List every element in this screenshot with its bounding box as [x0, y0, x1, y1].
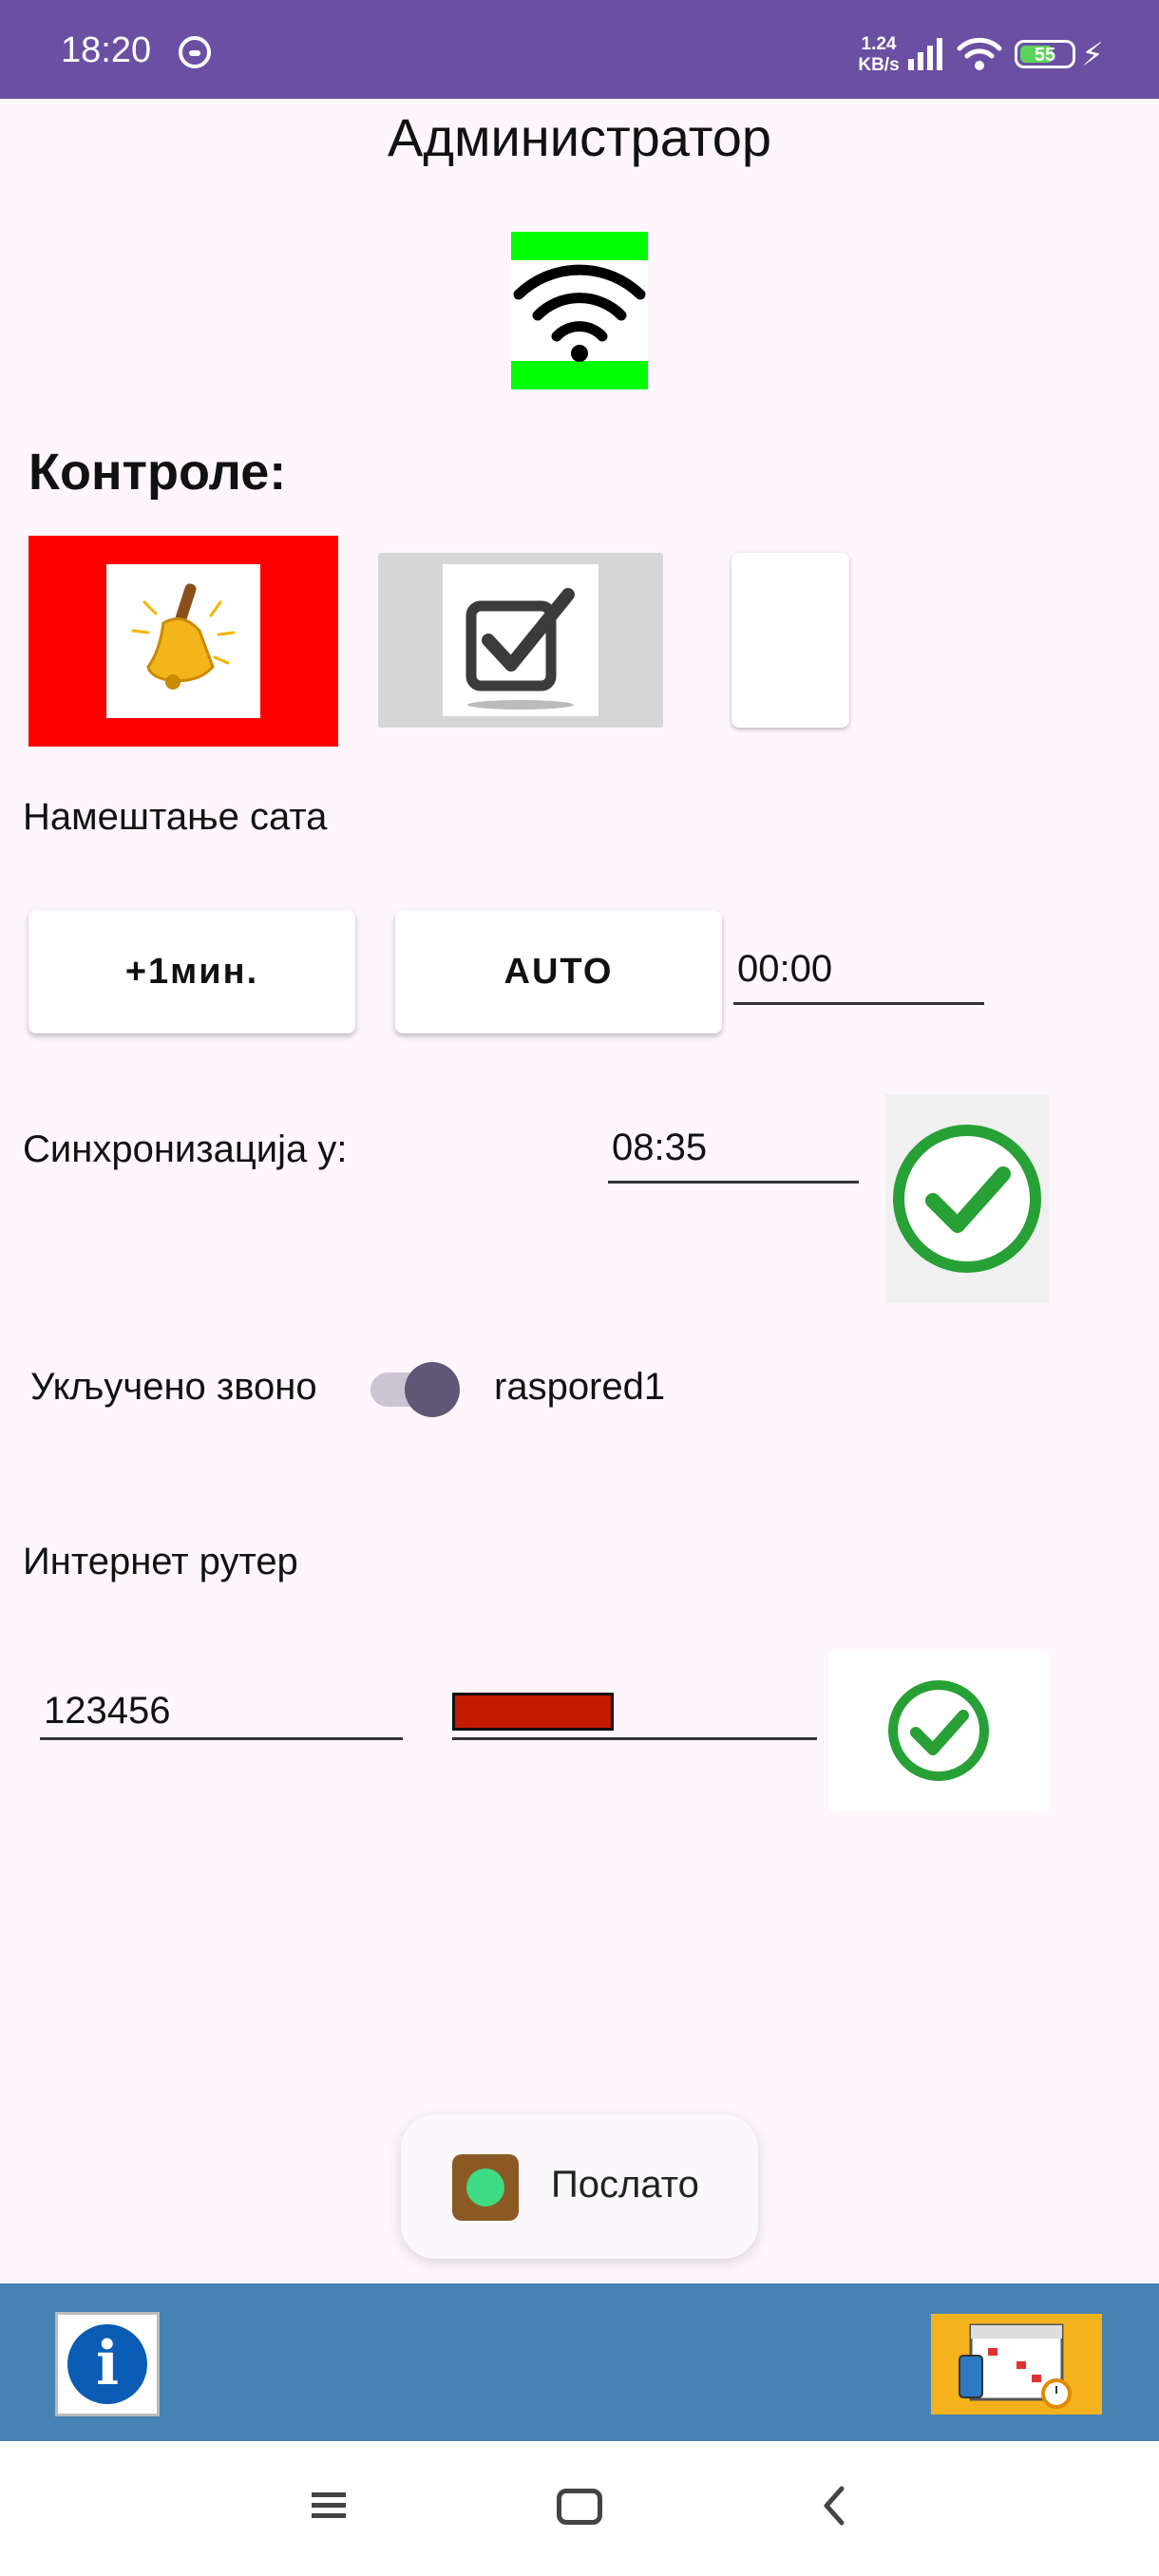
- bell-button[interactable]: [28, 536, 338, 747]
- menu-icon[interactable]: [310, 2489, 348, 2523]
- clock-setting-label: Намештање сата: [23, 796, 328, 838]
- charging-icon: ⚡: [1081, 37, 1104, 73]
- sync-label: Синхронизација у:: [23, 1128, 348, 1170]
- signal-icon: [908, 38, 942, 70]
- wifi-icon: [513, 264, 646, 362]
- wifi-indicator: [511, 232, 648, 389]
- app-icon: [452, 2154, 519, 2221]
- router-confirm-button[interactable]: [828, 1651, 1049, 1810]
- clock-time-input[interactable]: 00:00: [733, 948, 984, 1005]
- info-icon: i: [67, 2324, 147, 2404]
- bell-enabled-label: Укључено звоно: [30, 1366, 317, 1408]
- checkbox-icon: [466, 588, 575, 710]
- empty-control-button[interactable]: [732, 553, 849, 728]
- controls-heading: Контроле:: [28, 444, 287, 501]
- calendar-clock-icon: [959, 2323, 1072, 2409]
- password-mask: [452, 1693, 614, 1731]
- back-icon[interactable]: [819, 2483, 847, 2529]
- battery-icon: 55: [1015, 40, 1075, 68]
- info-button[interactable]: i: [55, 2312, 160, 2416]
- home-icon[interactable]: [557, 2489, 602, 2525]
- router-label: Интернет рутер: [23, 1541, 298, 1582]
- toast-text: Послато: [551, 2164, 699, 2206]
- router-ssid-input[interactable]: 123456: [40, 1681, 403, 1740]
- page-title: Администратор: [387, 107, 772, 167]
- check-circle-icon: [888, 1680, 989, 1781]
- schedule-name: raspored1: [494, 1366, 666, 1408]
- auto-button[interactable]: AUTO: [395, 910, 722, 1033]
- sync-time-input[interactable]: 08:35: [608, 1127, 859, 1184]
- network-speed-value: 1.24: [861, 34, 897, 54]
- wifi-status-icon: [957, 37, 1002, 70]
- schedule-button[interactable]: [931, 2314, 1102, 2415]
- bell-switch[interactable]: [369, 1356, 464, 1417]
- toast: Послато: [401, 2114, 758, 2259]
- plus-one-minute-button[interactable]: +1мин.: [28, 910, 355, 1033]
- network-speed: 1.24 KB/s: [850, 34, 907, 76]
- network-speed-unit: KB/s: [858, 55, 900, 75]
- bell-icon: [131, 583, 236, 690]
- sync-confirm-button[interactable]: [885, 1094, 1049, 1303]
- notification-icon: [179, 36, 211, 68]
- battery-level: 55: [1034, 45, 1056, 66]
- check-circle-icon: [893, 1125, 1041, 1273]
- check-button[interactable]: [378, 553, 663, 728]
- status-time: 18:20: [61, 30, 152, 70]
